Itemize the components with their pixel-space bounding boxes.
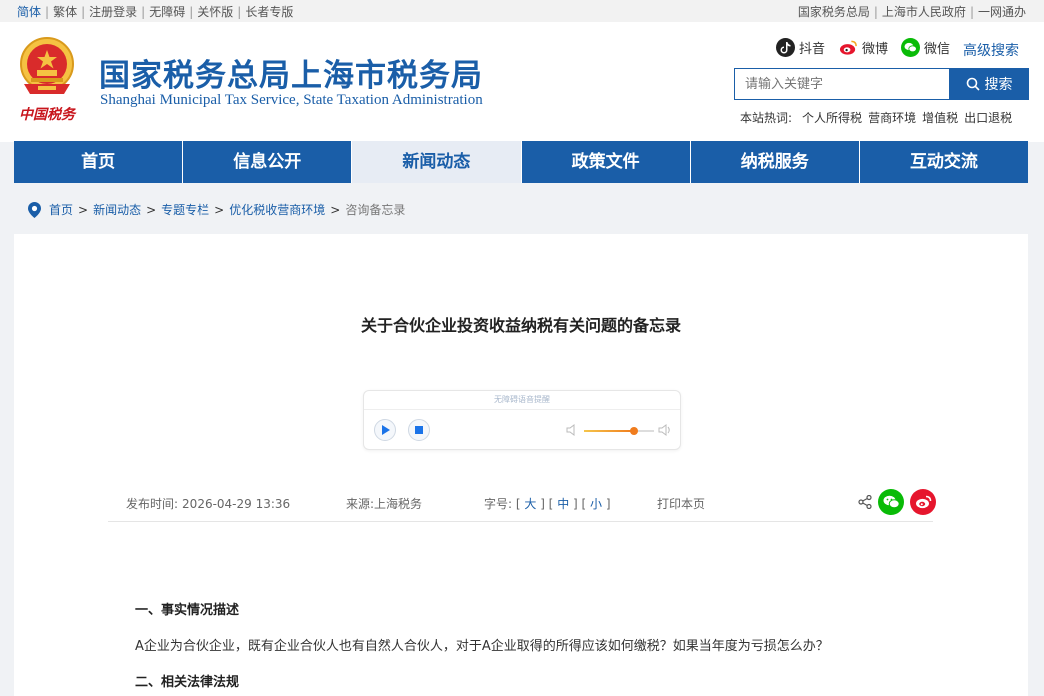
nav-tax-service[interactable]: 纳税服务 [691,141,860,183]
section-heading: 二、相关法律法规 [135,675,240,690]
font-size-controls: 字号: [ 大 ] [ 中 ] [ 小 ] [484,497,611,511]
breadcrumb-home[interactable]: 首页 [49,201,73,218]
nav-policy[interactable]: 政策文件 [522,141,691,183]
location-pin-icon [28,201,41,218]
article-container: 关于合伙企业投资收益纳税有关问题的备忘录 无障碍语音提醒 发布时间: 2026-0… [14,234,1028,696]
print-page-link[interactable]: 打印本页 [657,495,705,512]
wechat-icon [883,495,900,509]
stop-button[interactable] [408,419,430,441]
player-label: 无障碍语音提醒 [494,395,550,404]
national-emblem-icon [20,37,74,94]
breadcrumb-business-env[interactable]: 优化税收营商环境 [229,201,325,218]
volume-low-icon[interactable] [566,424,577,436]
weibo-icon [839,38,858,57]
font-size-large[interactable]: 大 [524,497,536,511]
share-weibo-button[interactable] [910,489,936,515]
douyin-label: 抖音 [799,42,826,57]
article-title: 关于合伙企业投资收益纳税有关问题的备忘录 [360,316,681,335]
hot-word[interactable]: 出口退税 [964,111,1012,125]
advanced-search-link[interactable]: 高级搜索 [963,40,1019,60]
link-register-login[interactable]: 注册登录 [89,5,137,19]
audio-player: 无障碍语音提醒 [363,390,681,450]
breadcrumb-topics[interactable]: 专题专栏 [161,201,209,218]
font-size-small[interactable]: 小 [590,497,602,511]
weibo-label: 微博 [862,42,889,57]
section-heading: 一、事实情况描述 [135,603,240,618]
link-one-network[interactable]: 一网通办 [978,5,1026,19]
article-meta: 发布时间: 2026-04-29 13:36 来源:上海税务 字号: [ 大 ] … [14,486,1028,522]
nav-home[interactable]: 首页 [14,141,184,183]
share-icon[interactable] [858,495,872,509]
weibo-link[interactable]: 微博 [839,38,888,57]
search-button[interactable]: 搜索 [949,68,1029,100]
volume-slider[interactable] [584,427,654,435]
breadcrumb-news[interactable]: 新闻动态 [93,201,141,218]
play-icon [381,425,390,435]
play-button[interactable] [374,419,396,441]
breadcrumb-current: 咨询备忘录 [345,203,406,217]
site-title[interactable]: 国家税务总局上海市税务局 [99,50,483,95]
site-header: 中国税务 国家税务总局上海市税务局 Shanghai Municipal Tax… [0,22,1044,142]
nav-news[interactable]: 新闻动态 [352,141,522,183]
wechat-icon [901,38,920,57]
wechat-link[interactable]: 微信 [901,38,950,57]
hot-words: 本站热词: 个人所得税 营商环境 增值税 出口退税 [740,109,1018,126]
share-wechat-button[interactable] [878,489,904,515]
link-elder-version[interactable]: 长者专版 [245,5,293,19]
breadcrumb: 首页 > 新闻动态 > 专题专栏 > 优化税收营商环境 > 咨询备忘录 [28,201,405,218]
link-shanghai-gov[interactable]: 上海市人民政府 [882,5,966,19]
link-traditional[interactable]: 繁体 [53,5,77,19]
hot-words-label: 本站热词: [740,111,793,125]
publish-time: 发布时间: 2026-04-29 13:36 [126,497,291,511]
wechat-label: 微信 [924,42,951,57]
hot-word[interactable]: 营商环境 [868,111,916,125]
search-icon [966,77,980,91]
hot-word[interactable]: 个人所得税 [802,111,862,125]
volume-high-icon[interactable] [658,424,672,436]
link-sta[interactable]: 国家税务总局 [798,5,870,19]
hot-word[interactable]: 增值税 [922,111,958,125]
link-simplified[interactable]: 简体 [17,5,41,19]
paragraph: A企业为合伙企业，既有企业合伙人也有自然人合伙人，对于A企业取得的所得应该如何缴… [135,639,829,654]
article-source: 来源:上海税务 [346,497,423,511]
nav-interaction[interactable]: 互动交流 [860,141,1028,183]
search-input[interactable] [734,68,949,100]
font-size-medium[interactable]: 中 [557,497,569,511]
volume-knob[interactable] [630,427,639,435]
link-care-version[interactable]: 关怀版 [197,5,233,19]
tax-slogan: 中国税务 [19,107,75,123]
douyin-link[interactable]: 抖音 [776,38,825,57]
site-subtitle: Shanghai Municipal Tax Service, State Ta… [100,92,483,108]
weibo-icon [915,495,931,509]
main-nav: 首页 信息公开 新闻动态 政策文件 纳税服务 互动交流 [14,141,1028,183]
top-utility-bar: 简体 | 繁体 | 注册登录 | 无障碍 | 关怀版 | 长者专版 国家税务总局 | 上海市人民政府 | 一… [0,0,1044,22]
douyin-icon [776,38,795,57]
top-right-links: 国家税务总局 | 上海市人民政府 | 一网通办 [797,5,1026,19]
stop-icon [415,426,423,434]
link-accessibility[interactable]: 无障碍 [149,5,185,19]
search-button-label: 搜索 [984,77,1013,93]
nav-info-disclosure[interactable]: 信息公开 [183,141,353,183]
top-left-links: 简体 | 繁体 | 注册登录 | 无障碍 | 关怀版 | 长者专版 [17,5,294,19]
